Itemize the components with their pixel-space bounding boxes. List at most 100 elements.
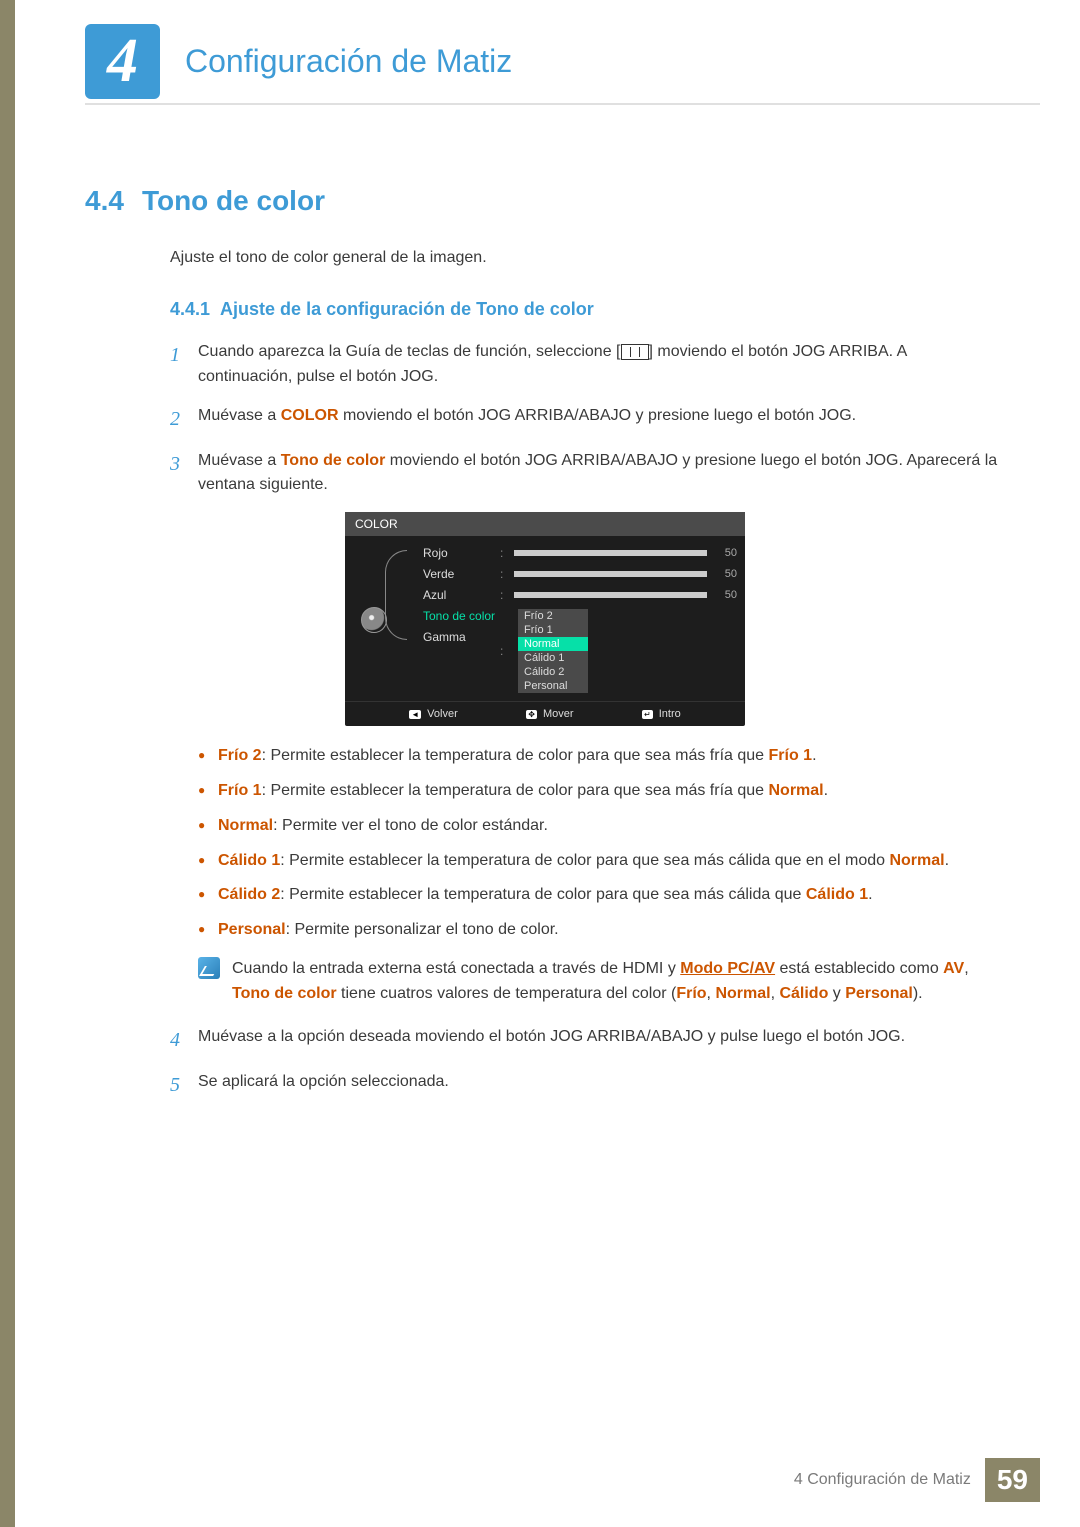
bullet-dot: ● — [198, 779, 218, 804]
osd-option: Frío 1 — [518, 623, 588, 637]
keyword: Personal — [218, 921, 286, 938]
text: : Permite establecer la temperatura de c… — [262, 782, 769, 799]
keyword: Frío 1 — [218, 782, 262, 799]
keyword: Personal — [845, 985, 913, 1002]
text: : Permite establecer la temperatura de c… — [262, 747, 769, 764]
bullet-body: Personal: Permite personalizar el tono d… — [218, 918, 1005, 943]
text: ). — [913, 985, 923, 1002]
list-item: ●Frío 1: Permite establecer la temperatu… — [198, 779, 1005, 804]
step-number: 2 — [170, 404, 198, 435]
bullet-dot: ● — [198, 744, 218, 769]
bullet-body: Frío 2: Permite establecer la temperatur… — [218, 744, 1005, 769]
section-number: 4.4 — [85, 185, 124, 216]
chapter-number-badge: 4 — [85, 24, 160, 99]
keyword: Normal — [218, 817, 273, 834]
bullet-dot: ● — [198, 918, 218, 943]
keyword: Tono de color — [232, 985, 337, 1002]
keyword: Cálido 1 — [806, 886, 868, 903]
step-body: Se aplicará la opción seleccionada. — [198, 1070, 1005, 1101]
key-icon: ◄ — [409, 710, 421, 719]
keyword: Normal — [769, 782, 824, 799]
osd-label-tono: Tono de color — [423, 609, 500, 623]
osd-label-rojo: Rojo — [423, 546, 500, 560]
step-body: Muévase a COLOR moviendo el botón JOG AR… — [198, 404, 1005, 435]
keyword: AV — [943, 960, 964, 977]
osd-option: Frío 2 — [518, 609, 588, 623]
list-item: ●Normal: Permite ver el tono de color es… — [198, 814, 1005, 839]
step-number: 4 — [170, 1025, 198, 1056]
text: : Permite personalizar el tono de color. — [286, 921, 559, 938]
osd-label-azul: Azul — [423, 588, 500, 602]
text: , — [964, 960, 968, 977]
sidebar-stripe — [0, 0, 15, 1527]
keyword: Cálido — [779, 985, 828, 1002]
subsection-title: Ajuste de la configuración de Tono de co… — [220, 299, 594, 319]
list-item: ●Frío 2: Permite establecer la temperatu… — [198, 744, 1005, 769]
step-2: 2 Muévase a COLOR moviendo el botón JOG … — [170, 404, 1005, 435]
step-5: 5 Se aplicará la opción seleccionada. — [170, 1070, 1005, 1101]
text: y — [828, 985, 845, 1002]
osd-footer-intro: ↵ Intro — [642, 708, 681, 720]
label: Intro — [659, 708, 681, 720]
osd-option: Cálido 2 — [518, 665, 588, 679]
step-number: 1 — [170, 340, 198, 390]
list-item: ●Cálido 2: Permite establecer la tempera… — [198, 883, 1005, 908]
label: Mover — [543, 708, 574, 720]
keyword: Normal — [715, 985, 770, 1002]
osd-option: Personal — [518, 679, 588, 693]
subsection-heading: 4.4.1 Ajuste de la configuración de Tono … — [170, 299, 1005, 320]
keyword: COLOR — [281, 407, 339, 424]
page-footer: 4 Configuración de Matiz 59 — [794, 1458, 1040, 1502]
palette-icon — [361, 607, 387, 633]
osd-row-azul: :50 — [500, 588, 737, 602]
label: Volver — [427, 708, 458, 720]
bullet-body: Frío 1: Permite establecer la temperatur… — [218, 779, 1005, 804]
text: . — [945, 852, 949, 869]
section-title: Tono de color — [142, 185, 325, 216]
menu-icon — [621, 344, 649, 360]
subsection-number: 4.4.1 — [170, 299, 210, 319]
text: : Permite ver el tono de color estándar. — [273, 817, 548, 834]
key-icon: ✥ — [526, 710, 537, 719]
value: 50 — [715, 547, 737, 559]
osd-footer: ◄ Volver ✥ Mover ↵ Intro — [345, 701, 745, 726]
main-content: 4.4Tono de color Ajuste el tono de color… — [85, 185, 1005, 1115]
step-number: 5 — [170, 1070, 198, 1101]
text: : Permite establecer la temperatura de c… — [280, 886, 806, 903]
text: . — [868, 886, 872, 903]
step-number: 3 — [170, 449, 198, 499]
osd-values: :50 :50 :50 : Frío 2 Frío 1 Normal Cálid… — [500, 546, 737, 693]
keyword: Cálido 1 — [218, 852, 280, 869]
list-item: ●Personal: Permite personalizar el tono … — [198, 918, 1005, 943]
text: Cuando aparezca la Guía de teclas de fun… — [198, 343, 621, 360]
osd-row-verde: :50 — [500, 567, 737, 581]
osd-row-tono: : Frío 2 Frío 1 Normal Cálido 1 Cálido 2… — [500, 609, 737, 693]
slider-bar — [514, 550, 707, 556]
key-icon: ↵ — [642, 710, 653, 719]
note-body: Cuando la entrada externa está conectada… — [232, 957, 1005, 1007]
page-number: 59 — [985, 1458, 1040, 1502]
text: Muévase a — [198, 452, 281, 469]
text: . — [824, 782, 828, 799]
osd-labels: Rojo Verde Azul Tono de color Gamma — [395, 546, 500, 693]
page-header: 4 Configuración de Matiz — [85, 20, 1040, 105]
chapter-title: Configuración de Matiz — [185, 43, 512, 80]
slider-bar — [514, 592, 707, 598]
bullet-body: Normal: Permite ver el tono de color est… — [218, 814, 1005, 839]
keyword: Frío — [676, 985, 706, 1002]
keyword: Frío 1 — [769, 747, 813, 764]
footer-text: 4 Configuración de Matiz — [794, 1471, 971, 1489]
info-note: Cuando la entrada externa está conectada… — [198, 957, 1005, 1007]
osd-row-rojo: :50 — [500, 546, 737, 560]
bullet-dot: ● — [198, 814, 218, 839]
bullet-list: ●Frío 2: Permite establecer la temperatu… — [198, 744, 1005, 943]
text: : Permite establecer la temperatura de c… — [280, 852, 889, 869]
osd-footer-volver: ◄ Volver — [409, 708, 458, 720]
osd-title: COLOR — [345, 512, 745, 536]
step-body: Muévase a la opción deseada moviendo el … — [198, 1025, 1005, 1056]
section-heading: 4.4 Tono de color — [85, 185, 1005, 217]
text: moviendo el botón JOG ARRIBA/ABAJO y pre… — [339, 407, 857, 424]
value: 50 — [715, 589, 737, 601]
keyword: Frío 2 — [218, 747, 262, 764]
text: Cuando la entrada externa está conectada… — [232, 960, 680, 977]
